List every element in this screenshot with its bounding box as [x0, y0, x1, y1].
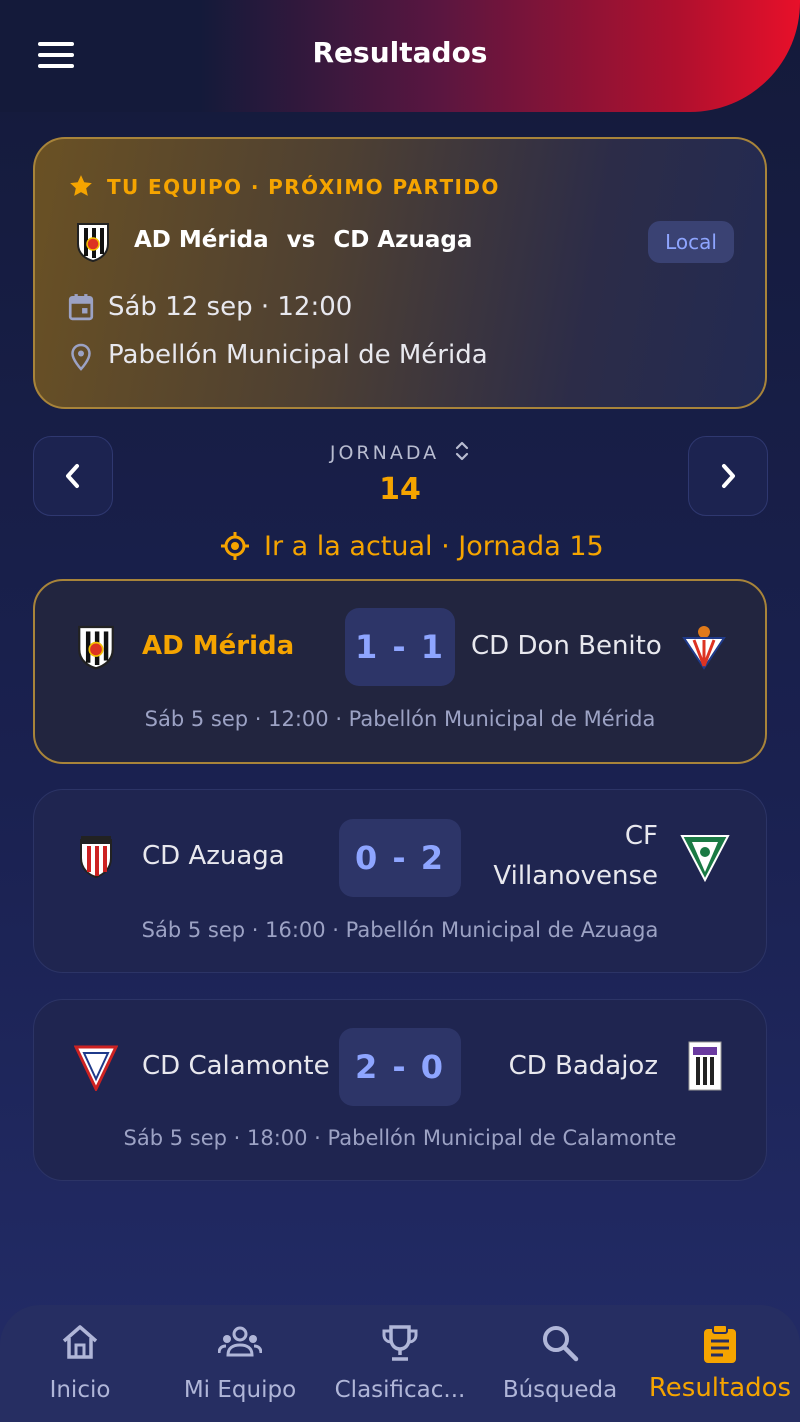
cd-azuaga-crest-icon — [80, 836, 112, 879]
nav-item-inicio[interactable]: Inicio — [0, 1305, 160, 1422]
nav-label: Clasificac... — [334, 1377, 466, 1403]
bottom-navigation: Inicio Mi Equipo Clasificac... Búsqueda … — [0, 1305, 800, 1422]
home-team-name: CD Azuaga — [142, 841, 285, 871]
next-match-label: TU EQUIPO · PRÓXIMO PARTIDO — [107, 175, 500, 199]
cd-calamonte-crest-icon — [74, 1045, 118, 1091]
ad-merida-crest-icon — [77, 223, 109, 262]
next-home-team: AD Mérida — [134, 227, 269, 253]
match-meta: Sáb 5 sep · 12:00 · Pabellón Municipal d… — [144, 707, 656, 731]
next-away-team: CD Azuaga — [333, 227, 473, 253]
home-team-name: AD Mérida — [142, 631, 295, 661]
nav-item-busqueda[interactable]: Búsqueda — [480, 1305, 640, 1422]
app-header: Resultados — [0, 0, 800, 112]
home-icon — [62, 1325, 98, 1359]
cd-badajoz-crest-icon — [688, 1041, 722, 1091]
jornada-selector[interactable]: JORNADA — [0, 440, 800, 464]
match-score: 2 - 0 — [339, 1028, 461, 1106]
ad-merida-crest-icon — [78, 625, 114, 670]
target-icon — [221, 532, 249, 560]
match-score: 0 - 2 — [339, 819, 461, 897]
away-team-name-line1: CF — [624, 821, 658, 851]
star-icon — [70, 175, 92, 196]
nav-label: Búsqueda — [502, 1377, 618, 1403]
clipboard-icon — [704, 1324, 736, 1363]
local-badge: Local — [648, 221, 734, 263]
page-title: Resultados — [312, 36, 488, 69]
away-team-name-line2: Villanovense — [493, 861, 658, 891]
next-match-venue: Pabellón Municipal de Mérida — [108, 340, 488, 370]
chevron-right-icon — [722, 464, 735, 488]
nav-label: Resultados — [648, 1373, 792, 1403]
calendar-icon — [68, 294, 94, 321]
nav-label: Mi Equipo — [183, 1377, 297, 1403]
away-team-name: CD Don Benito — [471, 631, 662, 661]
cf-villanovense-crest-icon — [680, 835, 730, 882]
nav-item-resultados[interactable]: Resultados — [640, 1305, 800, 1422]
nav-item-mi-equipo[interactable]: Mi Equipo — [160, 1305, 320, 1422]
cd-don-benito-crest-icon — [682, 626, 726, 670]
search-icon — [543, 1326, 579, 1362]
match-score: 1 - 1 — [345, 608, 455, 686]
next-match-teams: AD Mérida vs CD Azuaga — [134, 227, 472, 253]
next-vs: vs — [286, 227, 316, 253]
away-team-name: CD Badajoz — [508, 1051, 658, 1081]
goto-current-jornada-link[interactable]: Ir a la actual · Jornada 15 — [220, 528, 604, 564]
match-meta: Sáb 5 sep · 16:00 · Pabellón Municipal d… — [141, 918, 659, 942]
goto-current-label: Ir a la actual · Jornada 15 — [264, 530, 604, 562]
nav-item-clasificacion[interactable]: Clasificac... — [320, 1305, 480, 1422]
next-jornada-button[interactable] — [688, 436, 768, 516]
group-icon — [218, 1326, 262, 1357]
jornada-label: JORNADA — [329, 442, 440, 464]
match-meta: Sáb 5 sep · 18:00 · Pabellón Municipal d… — [123, 1126, 677, 1150]
location-pin-icon — [71, 343, 91, 371]
next-match-date: Sáb 12 sep · 12:00 — [108, 292, 353, 322]
nav-label: Inicio — [49, 1377, 111, 1403]
trophy-icon — [382, 1325, 418, 1361]
unfold-icon — [456, 441, 469, 461]
home-team-name: CD Calamonte — [142, 1051, 330, 1081]
jornada-number: 14 — [379, 472, 421, 507]
